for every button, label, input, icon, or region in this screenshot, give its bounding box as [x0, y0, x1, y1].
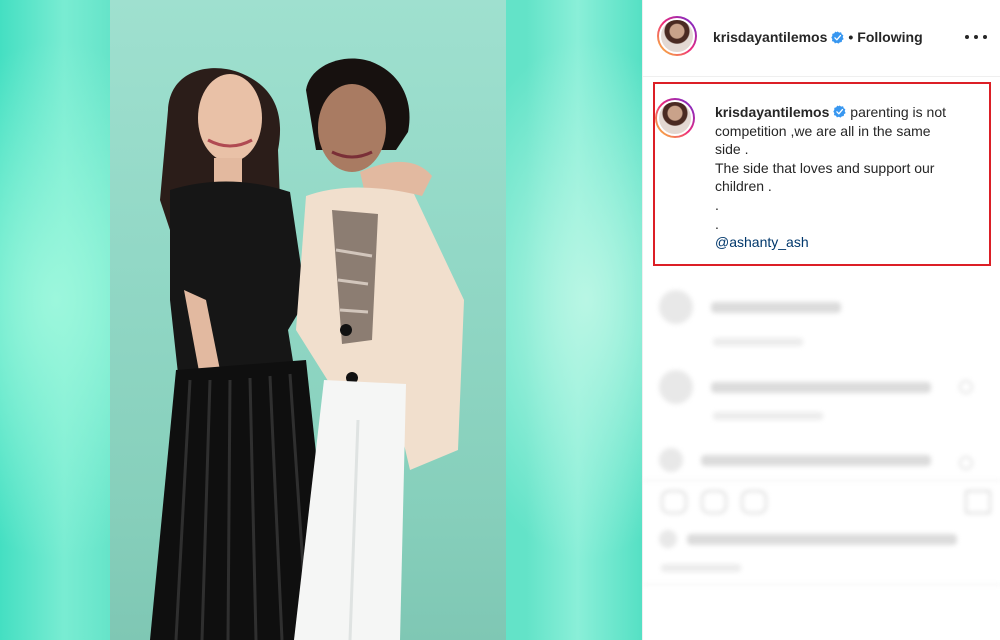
blurred-comment	[659, 370, 931, 404]
following-button[interactable]: Following	[857, 29, 922, 45]
blurred-comment	[659, 448, 931, 472]
author-username[interactable]: krisdayantilemos	[713, 29, 827, 45]
blurred-likes	[659, 530, 957, 548]
verified-badge-icon	[831, 30, 845, 44]
post-sidebar: krisdayantilemos • Following krisdayanti…	[642, 0, 1000, 640]
post-photo-pane	[0, 0, 642, 640]
photo-illustration	[150, 58, 464, 640]
caption-highlight-box	[653, 82, 991, 266]
post-photo[interactable]	[110, 0, 506, 640]
separator-dot: •	[848, 29, 854, 45]
author-avatar[interactable]	[657, 16, 697, 56]
post-header: krisdayantilemos • Following	[643, 0, 1000, 77]
more-options-icon[interactable]	[965, 26, 987, 48]
blurred-comment	[659, 290, 841, 324]
author-line: krisdayantilemos • Following	[713, 29, 923, 45]
blurred-comments-area	[643, 268, 1000, 640]
